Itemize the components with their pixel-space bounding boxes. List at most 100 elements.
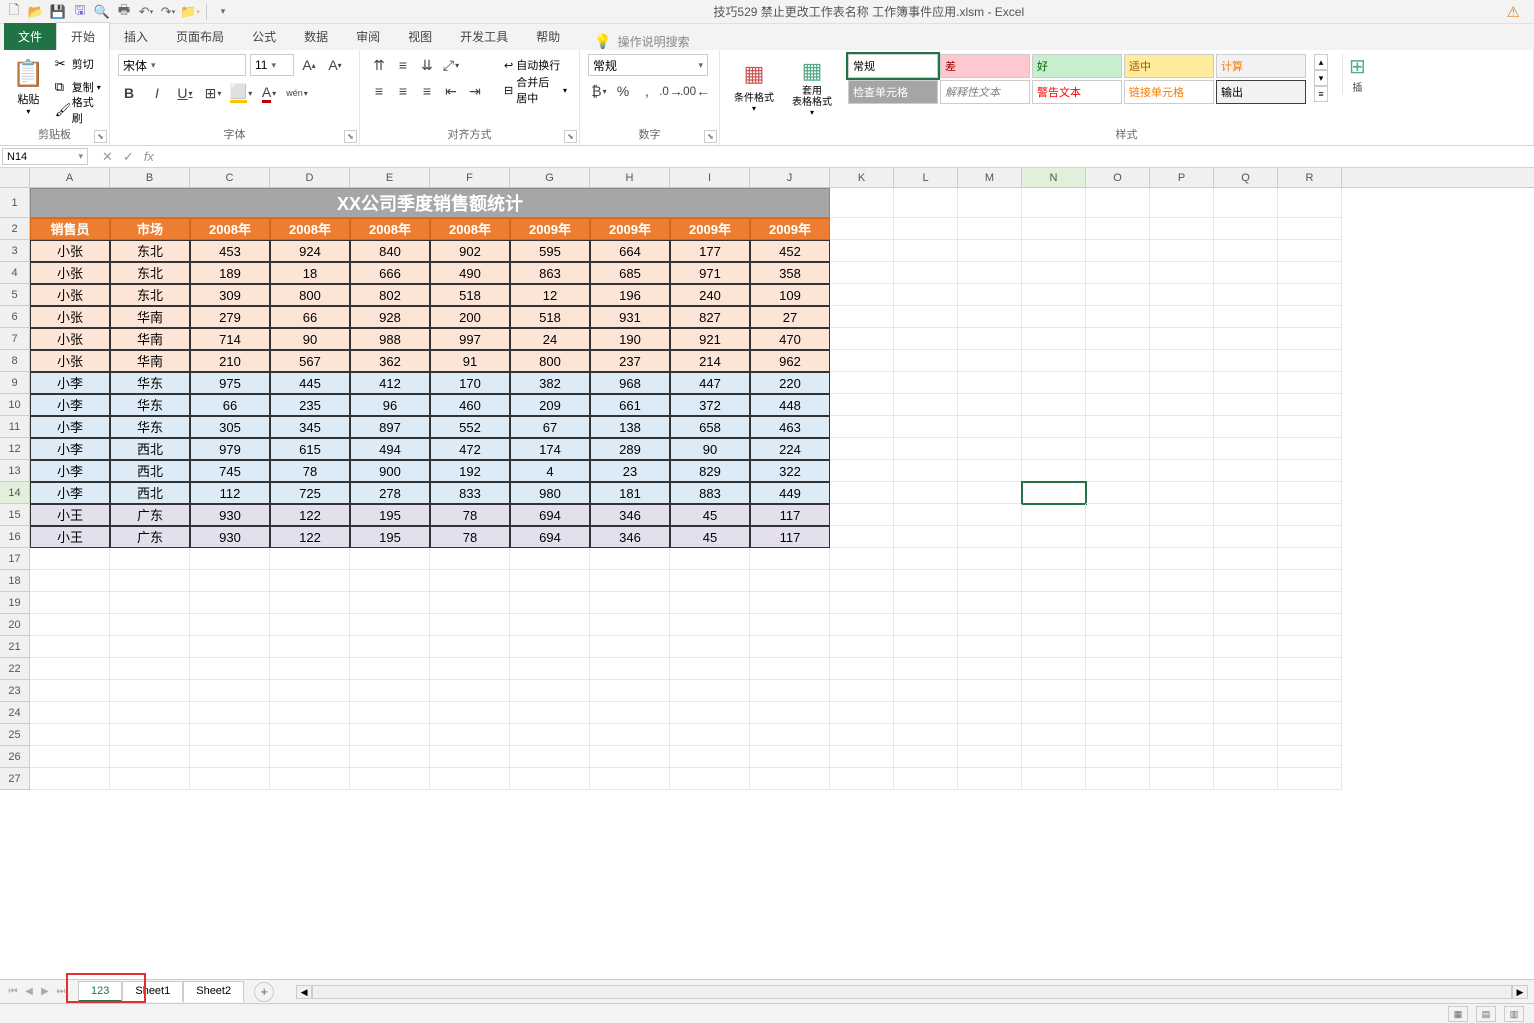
cell[interactable] bbox=[1278, 218, 1342, 240]
cell[interactable] bbox=[1086, 702, 1150, 724]
tab-help[interactable]: 帮助 bbox=[522, 23, 574, 50]
cell[interactable] bbox=[430, 636, 510, 658]
cell[interactable]: 800 bbox=[510, 350, 590, 372]
cell[interactable] bbox=[958, 460, 1022, 482]
row-header[interactable]: 1 bbox=[0, 188, 30, 218]
cell[interactable] bbox=[110, 592, 190, 614]
cell[interactable]: 449 bbox=[750, 482, 830, 504]
cell[interactable] bbox=[830, 262, 894, 284]
cell[interactable] bbox=[958, 438, 1022, 460]
cell[interactable]: 883 bbox=[670, 482, 750, 504]
cell[interactable] bbox=[750, 570, 830, 592]
cell[interactable] bbox=[1022, 680, 1086, 702]
cell[interactable]: 2008年 bbox=[270, 218, 350, 240]
cell[interactable]: 745 bbox=[190, 460, 270, 482]
cell[interactable]: 小李 bbox=[30, 460, 110, 482]
cell[interactable] bbox=[430, 702, 510, 724]
cell[interactable] bbox=[1278, 636, 1342, 658]
cell[interactable]: 西北 bbox=[110, 482, 190, 504]
cell[interactable]: 445 bbox=[270, 372, 350, 394]
cell[interactable] bbox=[1150, 746, 1214, 768]
col-header-L[interactable]: L bbox=[894, 168, 958, 187]
cell[interactable] bbox=[958, 636, 1022, 658]
gallery-up-icon[interactable]: ▴ bbox=[1314, 54, 1328, 70]
cell[interactable] bbox=[750, 768, 830, 790]
cell[interactable] bbox=[958, 570, 1022, 592]
cancel-fx-icon[interactable]: ✕ bbox=[102, 149, 113, 165]
cell[interactable] bbox=[430, 680, 510, 702]
warning-icon[interactable]: ⚠ bbox=[1507, 3, 1520, 21]
number-launcher[interactable]: ⬊ bbox=[704, 130, 717, 143]
row-header[interactable]: 16 bbox=[0, 526, 30, 548]
cell[interactable] bbox=[510, 724, 590, 746]
cell[interactable] bbox=[590, 768, 670, 790]
cell[interactable] bbox=[350, 592, 430, 614]
cell[interactable] bbox=[1086, 394, 1150, 416]
cell[interactable]: 447 bbox=[670, 372, 750, 394]
row-header[interactable]: 24 bbox=[0, 702, 30, 724]
cell[interactable] bbox=[1150, 460, 1214, 482]
cell[interactable] bbox=[1278, 724, 1342, 746]
style-link[interactable]: 链接单元格 bbox=[1124, 80, 1214, 104]
cell[interactable]: 971 bbox=[670, 262, 750, 284]
cell[interactable] bbox=[1150, 526, 1214, 548]
cell[interactable]: 463 bbox=[750, 416, 830, 438]
cell[interactable] bbox=[830, 284, 894, 306]
cell[interactable] bbox=[510, 658, 590, 680]
paste-button[interactable]: 📋 粘贴 ▾ bbox=[8, 54, 49, 120]
cell[interactable] bbox=[958, 240, 1022, 262]
cell[interactable]: 138 bbox=[590, 416, 670, 438]
percent-format-icon[interactable]: % bbox=[612, 80, 634, 102]
border-button[interactable]: ⊞▾ bbox=[202, 82, 224, 104]
save-all-icon[interactable]: 🖫 bbox=[72, 4, 88, 20]
row-header[interactable]: 2 bbox=[0, 218, 30, 240]
style-output[interactable]: 输出 bbox=[1216, 80, 1306, 104]
font-name-combo[interactable]: 宋体▾ bbox=[118, 54, 246, 76]
cell[interactable]: 322 bbox=[750, 460, 830, 482]
cell[interactable] bbox=[1150, 570, 1214, 592]
cell[interactable] bbox=[894, 746, 958, 768]
tab-view[interactable]: 视图 bbox=[394, 23, 446, 50]
cell[interactable]: 725 bbox=[270, 482, 350, 504]
cell[interactable] bbox=[190, 768, 270, 790]
cell[interactable]: 209 bbox=[510, 394, 590, 416]
cell[interactable]: 196 bbox=[590, 284, 670, 306]
cell[interactable] bbox=[1086, 306, 1150, 328]
col-header-K[interactable]: K bbox=[830, 168, 894, 187]
cell[interactable]: 214 bbox=[670, 350, 750, 372]
cell[interactable] bbox=[894, 394, 958, 416]
cell[interactable]: 567 bbox=[270, 350, 350, 372]
cell[interactable] bbox=[1214, 218, 1278, 240]
row-header[interactable]: 3 bbox=[0, 240, 30, 262]
cell[interactable] bbox=[590, 636, 670, 658]
cell[interactable] bbox=[958, 724, 1022, 746]
cell[interactable] bbox=[1022, 592, 1086, 614]
cell[interactable]: 91 bbox=[430, 350, 510, 372]
cell[interactable] bbox=[30, 570, 110, 592]
cell[interactable]: 472 bbox=[430, 438, 510, 460]
cell[interactable] bbox=[510, 548, 590, 570]
cell[interactable] bbox=[1278, 702, 1342, 724]
cell[interactable] bbox=[894, 240, 958, 262]
cell[interactable] bbox=[1214, 328, 1278, 350]
col-header-M[interactable]: M bbox=[958, 168, 1022, 187]
col-header-A[interactable]: A bbox=[30, 168, 110, 187]
cell[interactable] bbox=[958, 218, 1022, 240]
cell[interactable] bbox=[958, 526, 1022, 548]
cell[interactable] bbox=[190, 592, 270, 614]
decrease-indent-icon[interactable]: ⇤ bbox=[440, 80, 462, 102]
cell[interactable] bbox=[1214, 262, 1278, 284]
formula-input[interactable] bbox=[166, 146, 1534, 167]
cell[interactable] bbox=[430, 570, 510, 592]
cell[interactable] bbox=[894, 614, 958, 636]
cell[interactable]: 494 bbox=[350, 438, 430, 460]
orientation-icon[interactable]: ⤢▾ bbox=[440, 54, 462, 76]
comma-format-icon[interactable]: , bbox=[636, 80, 658, 102]
cell[interactable] bbox=[510, 592, 590, 614]
cell[interactable]: 174 bbox=[510, 438, 590, 460]
cell[interactable] bbox=[1214, 724, 1278, 746]
cell[interactable]: 921 bbox=[670, 328, 750, 350]
cell[interactable] bbox=[1150, 438, 1214, 460]
cell[interactable] bbox=[1278, 482, 1342, 504]
row-header[interactable]: 13 bbox=[0, 460, 30, 482]
